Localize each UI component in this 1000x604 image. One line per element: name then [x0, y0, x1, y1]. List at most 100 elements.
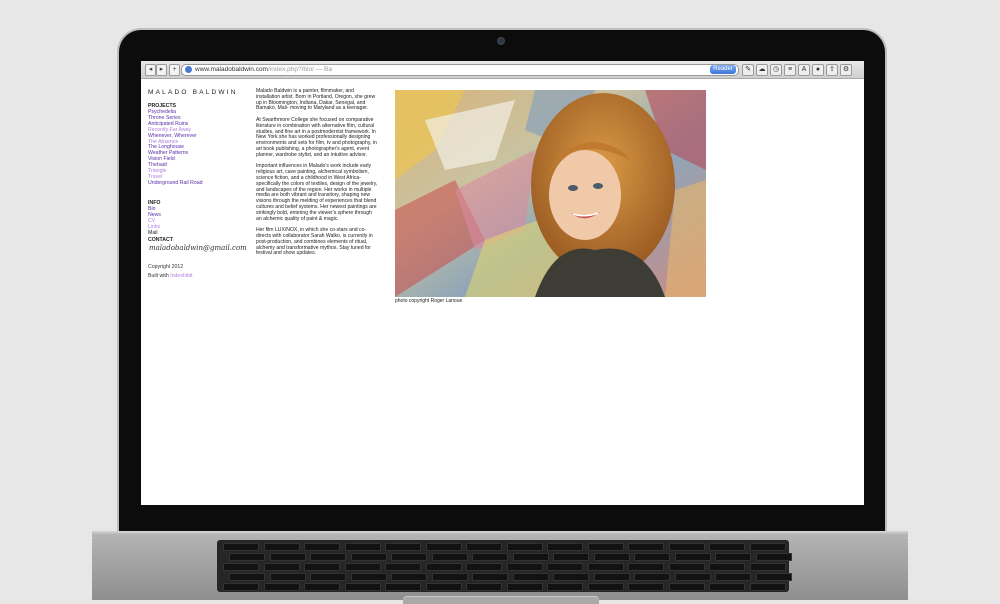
artist-portrait	[395, 90, 706, 297]
keyboard-key	[547, 583, 583, 591]
gear-icon[interactable]: ⚙	[840, 64, 852, 76]
keyboard-key	[506, 563, 543, 571]
photo-caption: photo copyright Roger Lanoue	[395, 298, 463, 304]
keyboard-key	[547, 563, 583, 571]
built-with: Built with Indexhibit	[148, 273, 192, 279]
keyboard-key	[425, 563, 462, 571]
bio-paragraph: Important influences in Malado's work in…	[256, 163, 378, 222]
cloud-icon[interactable]: ☁	[756, 64, 768, 76]
indexhibit-link[interactable]: Indexhibit	[170, 273, 192, 279]
keyboard-key	[715, 573, 751, 581]
keyboard-key	[506, 583, 543, 591]
keyboard-key	[425, 583, 462, 591]
keyboard-key	[344, 543, 381, 551]
keyboard-key	[472, 573, 508, 581]
wrench-icon[interactable]: ✎	[742, 64, 754, 76]
keyboard-key	[344, 563, 381, 571]
reader-button[interactable]: Reader	[710, 65, 736, 74]
keyboard-key	[263, 543, 300, 551]
keyboard-key	[472, 553, 508, 561]
keyboard-key	[466, 543, 502, 551]
stack-icon[interactable]: ≡	[784, 64, 796, 76]
keyboard-key	[391, 553, 427, 561]
keyboard	[217, 540, 792, 592]
keyboard-key	[634, 573, 670, 581]
keyboard-key	[304, 563, 340, 571]
browser-toolbar: ◂ ▸ + www.maladobaldwin.com/index.php?/b…	[141, 61, 864, 79]
keyboard-key	[223, 563, 259, 571]
keyboard-key	[466, 563, 502, 571]
project-link[interactable]: Underground Rail Road	[148, 180, 203, 187]
globe-icon	[185, 66, 192, 73]
keyboard-key	[431, 573, 468, 581]
keyboard-key	[749, 543, 786, 551]
keyboard-key	[668, 563, 705, 571]
add-bookmark-button[interactable]: +	[169, 64, 180, 76]
web-page: MALADO BALDWIN PROJECTS Psychedelia Thro…	[141, 79, 864, 505]
keyboard-key	[674, 573, 711, 581]
keyboard-key	[385, 563, 421, 571]
keyboard-key	[628, 563, 664, 571]
keyboard-key	[385, 583, 421, 591]
keyboard-key	[269, 553, 306, 561]
keyboard-key	[391, 573, 427, 581]
info-link-mail[interactable]: Mail	[148, 230, 161, 237]
keyboard-key	[310, 573, 346, 581]
url-path: /index.php?/bio/ — Ba	[267, 66, 332, 73]
keyboard-key	[304, 583, 340, 591]
bio-paragraph: Malado Baldwin is a painter, filmmaker, …	[256, 88, 376, 112]
clock-icon[interactable]: ◷	[770, 64, 782, 76]
keyboard-key	[310, 553, 346, 561]
keyboard-key	[229, 553, 265, 561]
address-bar[interactable]: www.maladobaldwin.com/index.php?/bio/ — …	[181, 64, 739, 76]
keyboard-key	[269, 573, 306, 581]
keyboard-key	[749, 563, 786, 571]
bio-paragraph: Her film LUX/NOX, in which she co-stars …	[256, 227, 373, 257]
keyboard-key	[223, 543, 259, 551]
keyboard-key	[553, 573, 589, 581]
keyboard-key	[668, 583, 705, 591]
projects-list: Psychedelia Throne Series Anticipated Ru…	[148, 109, 203, 187]
keyboard-key	[755, 573, 792, 581]
text-size-icon[interactable]: A	[798, 64, 810, 76]
back-button[interactable]: ◂	[145, 64, 156, 76]
trackpad	[403, 596, 599, 604]
keyboard-key	[715, 553, 751, 561]
keyboard-key	[229, 573, 265, 581]
copyright: Copyright 2012	[148, 264, 184, 270]
keyboard-key	[344, 583, 381, 591]
record-icon[interactable]: ●	[812, 64, 824, 76]
keyboard-key	[587, 563, 624, 571]
keyboard-key	[385, 543, 421, 551]
keyboard-key	[593, 573, 630, 581]
url-text: www.maladobaldwin.com/index.php?/bio/ — …	[195, 65, 332, 75]
camera-icon	[497, 37, 505, 45]
keyboard-key	[593, 553, 630, 561]
contact-email[interactable]: maladobaldwin@gmail.com	[149, 244, 247, 252]
keyboard-key	[466, 583, 502, 591]
artist-photo	[395, 90, 706, 297]
keyboard-key	[431, 553, 468, 561]
info-list: Bio News CV Links Mail	[148, 206, 161, 237]
share-icon[interactable]: ⇪	[826, 64, 838, 76]
bio-text: Malado Baldwin is a painter, filmmaker, …	[256, 88, 378, 263]
keyboard-key	[512, 573, 549, 581]
bio-paragraph: At Swarthmore College she focused on com…	[256, 116, 377, 158]
keyboard-key	[350, 553, 387, 561]
keyboard-key	[263, 563, 300, 571]
keyboard-key	[587, 543, 624, 551]
keyboard-key	[634, 553, 670, 561]
keyboard-key	[350, 573, 387, 581]
keyboard-key	[506, 543, 543, 551]
forward-button[interactable]: ▸	[156, 64, 167, 76]
keyboard-key	[628, 583, 664, 591]
keyboard-key	[674, 553, 711, 561]
keyboard-key	[304, 543, 340, 551]
keyboard-key	[512, 553, 549, 561]
keyboard-key	[263, 583, 300, 591]
site-title[interactable]: MALADO BALDWIN	[148, 89, 238, 96]
keyboard-key	[709, 583, 745, 591]
contact-heading: CONTACT	[148, 237, 173, 243]
keyboard-key	[425, 543, 462, 551]
keyboard-key	[749, 583, 786, 591]
